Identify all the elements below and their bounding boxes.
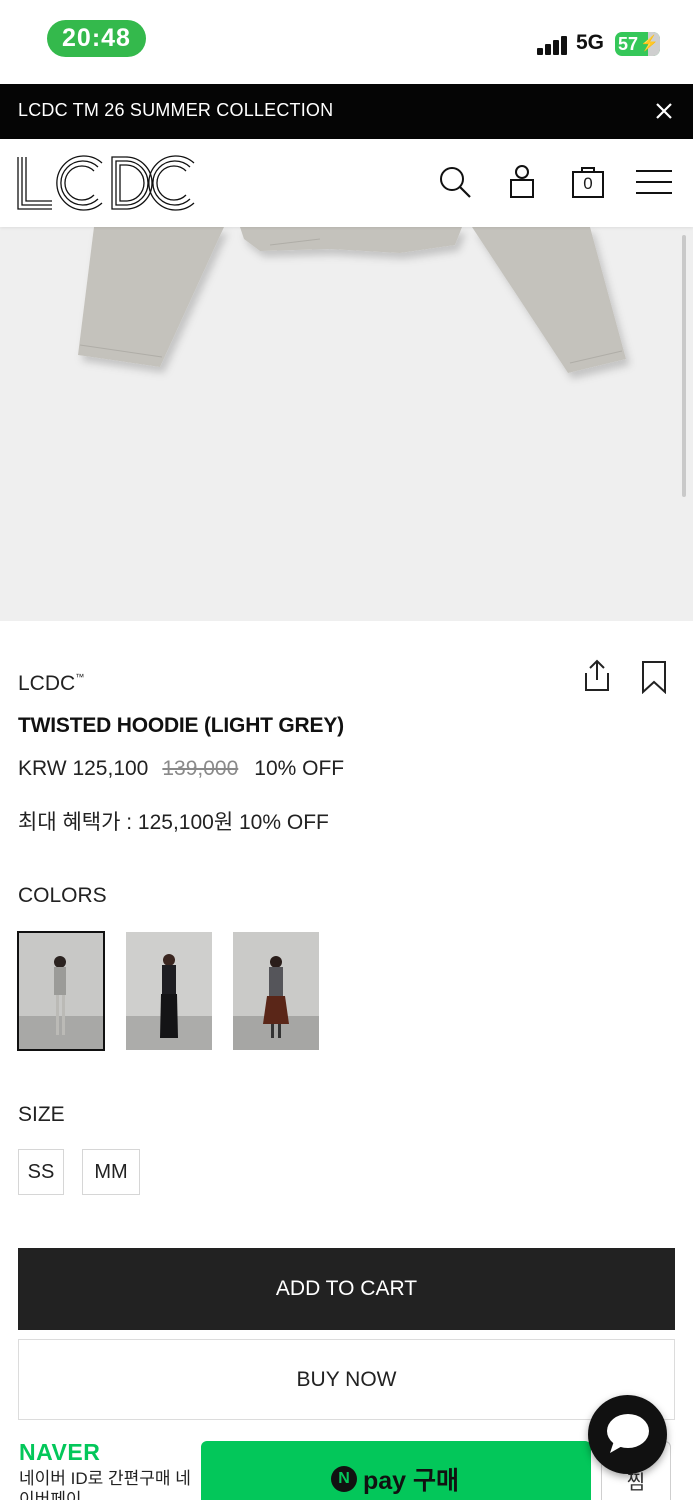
user-icon[interactable] <box>503 163 541 201</box>
site-header: 0 <box>0 139 693 227</box>
discount-rate: 10% OFF <box>254 757 345 780</box>
original-price: 139,000 <box>162 757 239 780</box>
price-row: KRW 125,100 139,000 10% OFF <box>18 757 344 781</box>
sale-price: KRW 125,100 <box>18 757 149 780</box>
cart-icon[interactable]: 0 <box>569 163 607 201</box>
search-icon[interactable] <box>436 163 474 201</box>
size-option-mm[interactable]: MM <box>82 1149 140 1195</box>
hoodie-image <box>78 227 626 373</box>
share-icon[interactable] <box>580 658 614 694</box>
trademark-mark: ™ <box>75 672 85 682</box>
signal-icon <box>537 35 569 55</box>
size-option-ss[interactable]: SS <box>18 1149 64 1195</box>
color-swatch-black[interactable] <box>126 932 212 1050</box>
npay-n-icon: N <box>331 1466 357 1492</box>
max-benefit-price: 최대 혜택가 : 125,100원 10% OFF <box>18 811 329 834</box>
color-swatch-light-grey[interactable] <box>17 931 105 1051</box>
brand-name[interactable]: LCDC™ <box>18 672 84 696</box>
menu-icon[interactable] <box>634 163 674 201</box>
battery-icon: 57 ⚡ <box>615 32 660 56</box>
npay-label: pay 구매 <box>363 1467 460 1495</box>
close-icon[interactable] <box>651 98 677 124</box>
colors-label: COLORS <box>18 884 107 907</box>
product-image[interactable] <box>0 227 693 621</box>
image-scrollbar[interactable] <box>682 235 686 497</box>
naver-pay-button[interactable]: N pay 구매 <box>201 1441 591 1500</box>
lcdc-logo[interactable] <box>16 155 196 211</box>
status-time: 20:48 <box>47 20 146 57</box>
bookmark-icon[interactable] <box>639 660 669 694</box>
network-type: 5G <box>576 31 605 54</box>
buy-now-button[interactable]: BUY NOW <box>18 1339 675 1420</box>
product-title: TWISTED HOODIE (LIGHT GREY) <box>18 714 344 737</box>
naver-description: 네이버 ID로 간편구매 네이버페이 <box>19 1469 191 1500</box>
cart-count: 0 <box>583 174 593 193</box>
naver-logo: NAVER <box>19 1439 101 1465</box>
chat-bubble-icon <box>607 1414 649 1453</box>
add-to-cart-button[interactable]: ADD TO CART <box>18 1248 675 1330</box>
chat-button[interactable] <box>588 1395 667 1474</box>
banner-text: LCDC TM 26 SUMMER COLLECTION <box>18 100 334 120</box>
color-swatch-charcoal[interactable] <box>233 932 319 1050</box>
status-bar: 20:48 5G 57 ⚡ <box>0 0 693 84</box>
promo-banner[interactable]: LCDC TM 26 SUMMER COLLECTION <box>0 84 693 139</box>
size-label: SIZE <box>18 1103 65 1126</box>
battery-level: 57 <box>618 34 639 54</box>
